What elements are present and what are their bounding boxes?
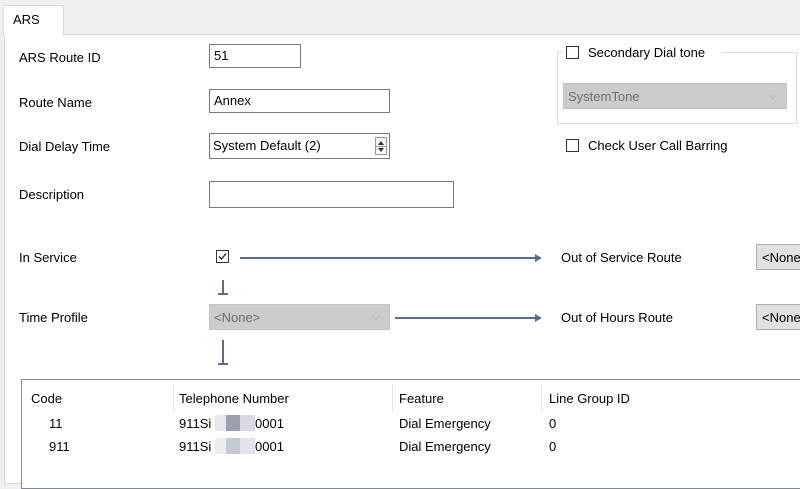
out-of-service-route-select[interactable]: <None	[756, 244, 800, 270]
chevron-down-icon: ⌵	[768, 90, 777, 102]
cell-code: 911	[49, 439, 70, 454]
arrow-right-icon	[535, 314, 542, 322]
number-suffix: 0001	[255, 416, 284, 431]
down-flow-end-2	[218, 363, 228, 365]
check-user-barring-label: Check User Call Barring	[588, 138, 728, 153]
column-header-code[interactable]: Code	[31, 391, 62, 406]
out-of-hours-route-value: <None	[762, 310, 800, 325]
route-id-label: ARS Route ID	[19, 50, 101, 65]
cell-telephone-number: 911Si 0001	[179, 438, 309, 455]
number-suffix: 0001	[255, 439, 284, 454]
dial-delay-label: Dial Delay Time	[19, 139, 111, 154]
in-service-checkbox[interactable]	[216, 250, 229, 263]
redaction-block	[215, 415, 226, 431]
redaction-block	[215, 438, 226, 454]
route-name-label: Route Name	[19, 95, 92, 110]
cell-feature: Dial Emergency	[399, 416, 491, 431]
check-icon	[218, 253, 227, 260]
cell-line-group-id: 0	[549, 439, 557, 454]
column-separator	[173, 384, 174, 412]
secondary-dial-tone-label: Secondary Dial tone	[588, 45, 706, 60]
spinner-buttons[interactable]	[375, 137, 387, 155]
check-user-barring-checkbox[interactable]	[566, 139, 579, 152]
out-of-hours-route-select[interactable]: <None	[756, 304, 800, 330]
cell-line-group-id: 0	[549, 416, 557, 431]
cell-feature: Dial Emergency	[399, 439, 491, 454]
redaction-block	[240, 438, 255, 454]
number-prefix: 911Si	[179, 416, 212, 431]
route-name-field[interactable]: Annex	[209, 89, 390, 113]
tab-ars[interactable]: ARS	[3, 5, 64, 36]
column-header-feature[interactable]: Feature	[399, 391, 444, 406]
down-flow-line-1	[222, 280, 224, 294]
route-id-field[interactable]: 51	[209, 44, 301, 68]
time-profile-label: Time Profile	[19, 310, 88, 325]
spinner-divider	[376, 146, 386, 147]
secondary-dial-tone-checkbox[interactable]	[566, 46, 579, 59]
description-field[interactable]	[209, 181, 454, 208]
tone-select[interactable]: SystemTone ⌵	[563, 83, 787, 109]
spin-up-icon[interactable]	[378, 141, 384, 145]
redaction-block	[226, 415, 240, 431]
tab-ars-label: ARS	[13, 12, 40, 27]
cell-code: 11	[49, 416, 63, 431]
column-header-line-group-id[interactable]: Line Group ID	[549, 391, 630, 406]
column-separator	[392, 384, 393, 412]
dial-delay-value: System Default (2)	[213, 138, 321, 153]
out-of-hours-label: Out of Hours Route	[561, 310, 673, 325]
spin-down-icon[interactable]	[378, 148, 384, 152]
tab-strip: ARS	[0, 0, 800, 36]
redaction-block	[240, 415, 255, 431]
cell-telephone-number: 911Si 0001	[179, 415, 309, 432]
in-service-flow-arrow	[240, 257, 535, 259]
number-prefix: 911Si	[179, 439, 212, 454]
time-profile-select[interactable]: <None> ⌵	[209, 304, 390, 330]
out-of-service-route-value: <None	[762, 250, 800, 265]
time-profile-flow-arrow	[395, 317, 535, 319]
redaction-block	[226, 438, 240, 454]
chevron-down-icon: ⌵	[371, 311, 380, 323]
arrow-right-icon	[535, 254, 542, 262]
down-flow-end-1	[218, 293, 228, 295]
dial-delay-spinner[interactable]: System Default (2)	[209, 133, 390, 159]
time-profile-value: <None>	[214, 310, 261, 325]
tone-select-value: SystemTone	[568, 89, 640, 104]
description-label: Description	[19, 187, 85, 202]
down-flow-line-2	[222, 340, 224, 364]
short-code-list[interactable]: Code Telephone Number Feature Line Group…	[21, 379, 800, 489]
column-header-telephone-number[interactable]: Telephone Number	[179, 391, 289, 406]
column-separator	[541, 384, 542, 412]
out-of-service-label: Out of Service Route	[561, 250, 682, 265]
in-service-label: In Service	[19, 250, 77, 265]
